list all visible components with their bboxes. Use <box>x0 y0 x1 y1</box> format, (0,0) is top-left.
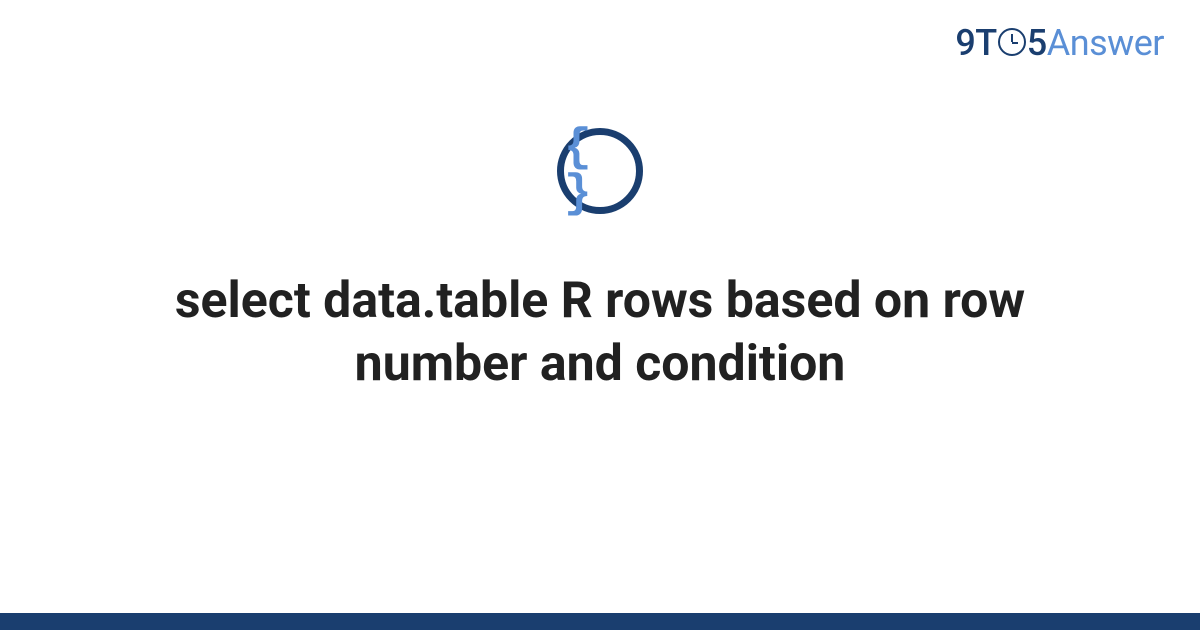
main-content: { } select data.table R rows based on ro… <box>0 0 1200 630</box>
footer-accent-bar <box>0 613 1200 630</box>
page-title: select data.table R rows based on row nu… <box>100 270 1100 395</box>
code-braces-icon: { } <box>557 128 643 214</box>
braces-glyph: { } <box>564 125 636 217</box>
